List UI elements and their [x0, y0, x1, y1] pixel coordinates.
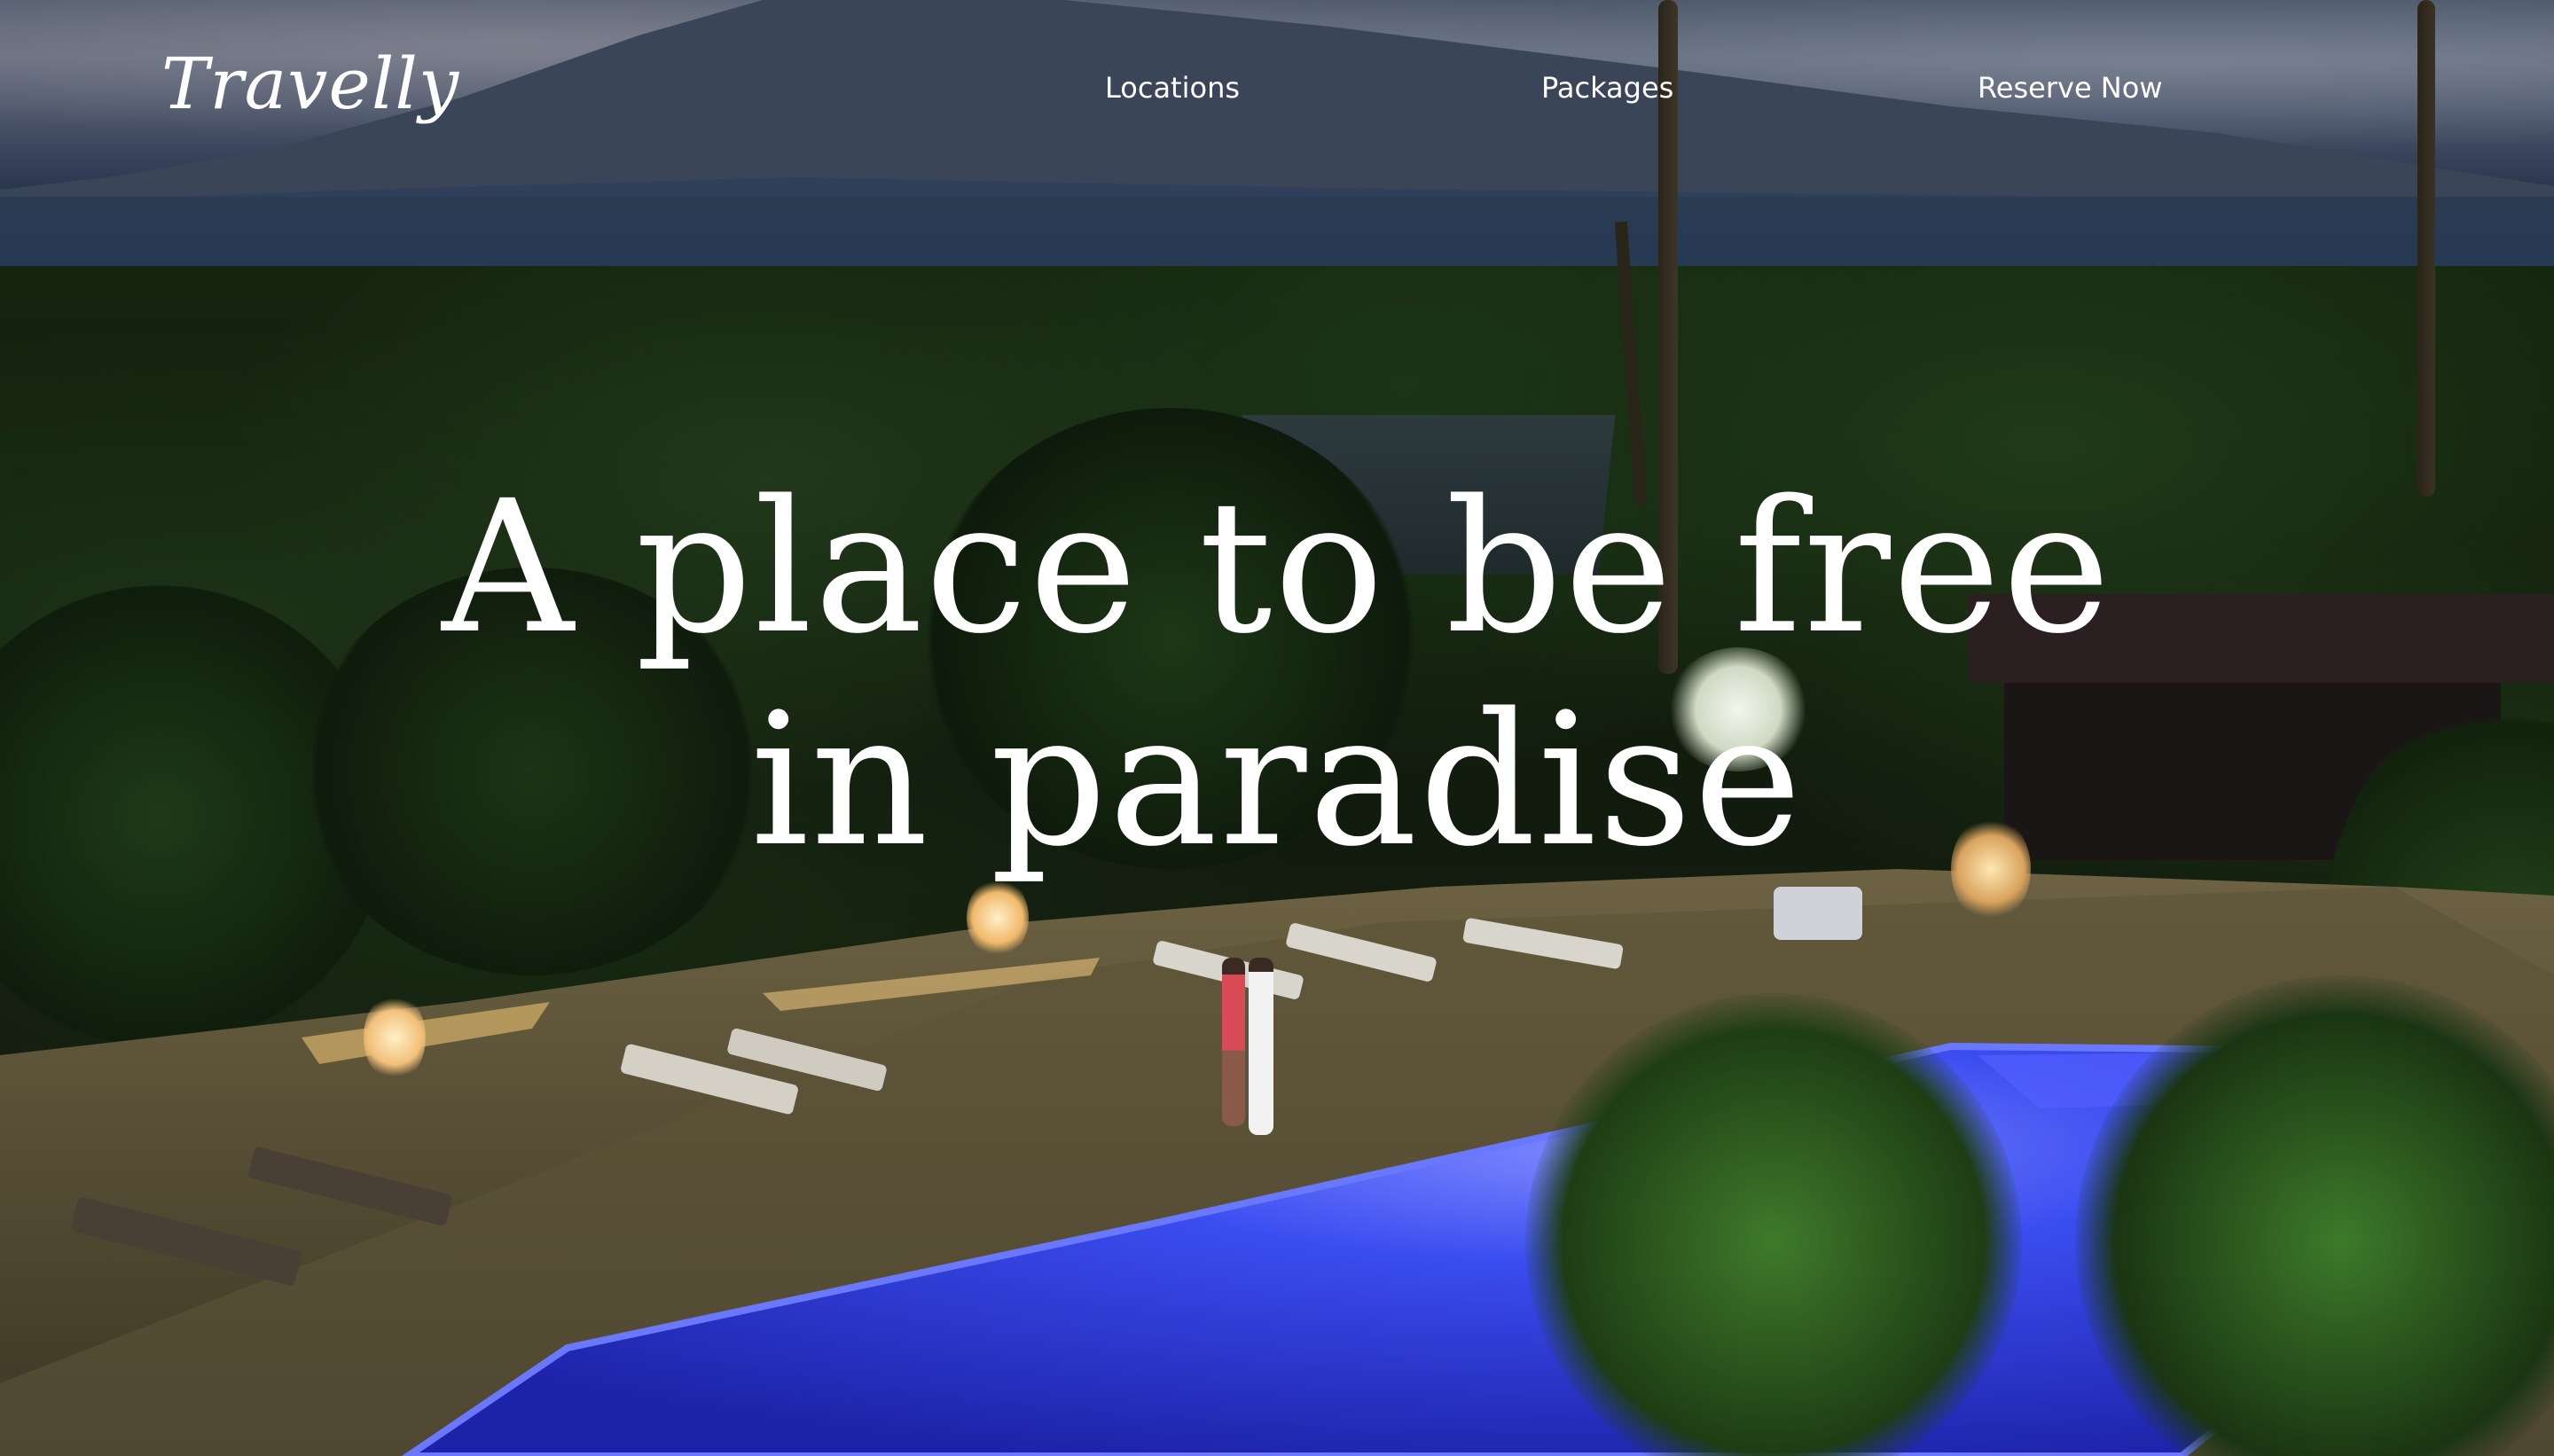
person-white — [1249, 958, 1273, 1135]
nav-link-reserve-now[interactable]: Reserve Now — [1978, 71, 2162, 105]
lounge-chair — [1774, 887, 1862, 940]
lantern-glow — [967, 878, 1029, 958]
hero-headline-line2: in paradise — [750, 674, 1804, 887]
nav-link-locations[interactable]: Locations — [1105, 71, 1240, 105]
hero-headline: A place to be free in paradise — [0, 461, 2554, 887]
nav-link-packages[interactable]: Packages — [1541, 71, 1673, 105]
person-pink — [1222, 958, 1245, 1126]
hero-headline-line1: A place to be free — [442, 461, 2112, 674]
logo[interactable]: Travelly — [161, 43, 459, 125]
top-navigation: Travelly Locations Packages Reserve Now — [0, 0, 2554, 186]
lantern-glow — [364, 993, 426, 1082]
